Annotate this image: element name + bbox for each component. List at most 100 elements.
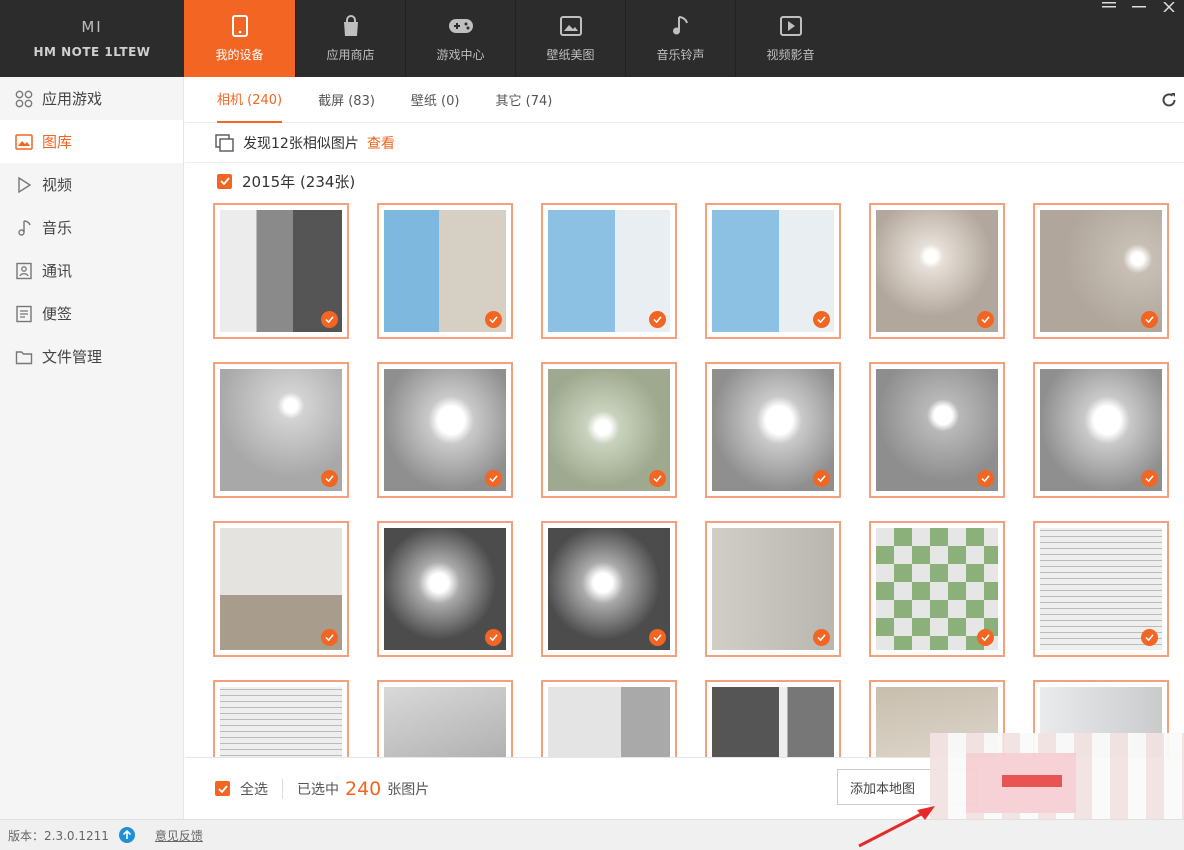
photo-thumbnail[interactable]: [1033, 362, 1169, 498]
minimize-icon[interactable]: [1132, 0, 1148, 14]
sidebar-item-music[interactable]: 音乐: [0, 206, 183, 249]
check-icon[interactable]: [1141, 629, 1158, 646]
refresh-icon[interactable]: [1160, 91, 1178, 109]
photo-image: [220, 210, 342, 332]
view-similar-link[interactable]: 查看: [367, 133, 395, 153]
photo-thumbnail[interactable]: [377, 362, 513, 498]
update-icon[interactable]: [118, 827, 135, 843]
nav-game-center[interactable]: 游戏中心: [405, 0, 515, 77]
sidebar-item-label: 通讯: [42, 262, 73, 280]
check-icon[interactable]: [321, 311, 338, 328]
photo-image: [220, 369, 342, 491]
contacts-icon: [14, 261, 34, 281]
tab-screenshots[interactable]: 截屏 (83): [318, 77, 375, 123]
photo-image: [712, 210, 834, 332]
check-icon[interactable]: [649, 629, 666, 646]
apps-icon: [14, 89, 34, 109]
photo-thumbnail[interactable]: [377, 680, 513, 757]
check-icon[interactable]: [1141, 311, 1158, 328]
photo-thumbnail[interactable]: [541, 362, 677, 498]
photo-thumbnail[interactable]: [213, 203, 349, 339]
music-note-icon: [668, 14, 694, 38]
check-icon[interactable]: [485, 470, 502, 487]
sidebar-item-files[interactable]: 文件管理: [0, 335, 183, 378]
photo-image: [548, 687, 670, 757]
photo-image: [220, 687, 342, 757]
photo-image: [712, 369, 834, 491]
photo-thumbnail[interactable]: [541, 521, 677, 657]
photo-thumbnail[interactable]: [1033, 521, 1169, 657]
check-icon[interactable]: [649, 470, 666, 487]
photo-image: [876, 210, 998, 332]
tab-other[interactable]: 其它 (74): [495, 77, 552, 123]
selected-suffix: 张图片: [387, 781, 430, 798]
menu-icon[interactable]: [1102, 0, 1118, 14]
photo-image: [1040, 369, 1162, 491]
status-bar: 版本：2.3.0.1211 意见反馈: [0, 819, 1184, 850]
tab-wallpapers[interactable]: 壁纸 (0): [411, 77, 460, 123]
nav-video[interactable]: 视频影音: [735, 0, 845, 77]
check-icon[interactable]: [485, 311, 502, 328]
nav-label: 音乐铃声: [656, 48, 705, 62]
check-icon[interactable]: [321, 629, 338, 646]
tab-camera[interactable]: 相机 (240): [217, 77, 283, 123]
wallpaper-icon: [558, 14, 584, 38]
nav-my-device[interactable]: 我的设备: [184, 0, 295, 77]
photo-image: [712, 687, 834, 757]
sidebar-item-apps[interactable]: 应用游戏: [0, 77, 183, 120]
photo-thumbnail[interactable]: [705, 203, 841, 339]
sidebar-item-gallery[interactable]: 图库: [0, 120, 183, 163]
check-icon[interactable]: [813, 629, 830, 646]
photo-thumbnail[interactable]: [869, 362, 1005, 498]
photo-thumbnail[interactable]: [869, 203, 1005, 339]
similar-photos-notice: 发现12张相似图片 查看: [185, 123, 1184, 163]
photo-thumbnail[interactable]: [1033, 203, 1169, 339]
feedback-link[interactable]: 意见反馈: [155, 827, 203, 844]
sidebar-item-label: 音乐: [42, 219, 73, 237]
select-all-checkbox[interactable]: [215, 781, 230, 796]
nav-music[interactable]: 音乐铃声: [625, 0, 735, 77]
photo-thumbnail[interactable]: [213, 521, 349, 657]
note-icon: [14, 304, 34, 324]
photo-thumbnail[interactable]: [541, 203, 677, 339]
photo-thumbnail[interactable]: [377, 521, 513, 657]
check-icon[interactable]: [977, 629, 994, 646]
photo-thumbnail[interactable]: [377, 203, 513, 339]
group-checkbox[interactable]: [217, 173, 232, 189]
select-all-label[interactable]: 全选: [240, 779, 268, 799]
annotation-arrow: [858, 806, 935, 848]
sidebar-item-contacts[interactable]: 通讯: [0, 249, 183, 292]
photo-thumbnail[interactable]: [869, 521, 1005, 657]
photo-thumbnail[interactable]: [213, 680, 349, 757]
photo-thumbnail[interactable]: [705, 362, 841, 498]
version-text: 版本：2.3.0.1211: [8, 828, 109, 843]
photo-thumbnail[interactable]: [541, 680, 677, 757]
photo-image: [876, 528, 998, 650]
gallery-panel: 相机 (240) 截屏 (83) 壁纸 (0) 其它 (74) 发现12张相似图…: [185, 77, 1184, 757]
sidebar-item-notes[interactable]: 便签: [0, 292, 183, 335]
check-icon[interactable]: [1141, 470, 1158, 487]
photo-image: [876, 369, 998, 491]
photo-thumbnail[interactable]: [705, 521, 841, 657]
photo-thumbnail[interactable]: [213, 362, 349, 498]
check-icon[interactable]: [485, 629, 502, 646]
check-icon[interactable]: [977, 470, 994, 487]
check-icon[interactable]: [321, 470, 338, 487]
photo-thumbnail[interactable]: [705, 680, 841, 757]
photo-image: [548, 528, 670, 650]
check-icon[interactable]: [649, 311, 666, 328]
top-bar: MI HM NOTE 1LTEW 我的设备 应用商店 游戏中心 壁纸美图 音乐铃…: [0, 0, 1184, 77]
action-bar: 全选 已选中 240 张图片 添加本地图: [185, 733, 1184, 833]
sidebar: 应用游戏 图库 视频 音乐 通讯 便签 文件管理: [0, 77, 184, 819]
nav-app-store[interactable]: 应用商店: [295, 0, 405, 77]
mi-logo: MI: [81, 18, 103, 36]
nav-wallpaper[interactable]: 壁纸美图: [515, 0, 625, 77]
close-icon[interactable]: [1162, 0, 1178, 14]
photo-image: [384, 687, 506, 757]
sidebar-item-video[interactable]: 视频: [0, 163, 183, 206]
device-info[interactable]: MI HM NOTE 1LTEW: [0, 0, 184, 77]
selected-prefix: 已选中: [297, 781, 339, 798]
check-icon[interactable]: [813, 311, 830, 328]
check-icon[interactable]: [813, 470, 830, 487]
check-icon[interactable]: [977, 311, 994, 328]
